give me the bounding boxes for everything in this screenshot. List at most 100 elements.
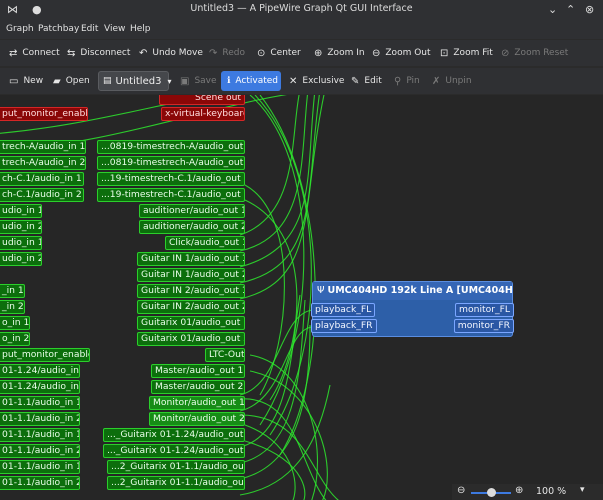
right-port[interactable]: Guitar IN 2/audio_out 2	[137, 300, 245, 314]
left-port[interactable]: 01-1.1/audio_in 1	[0, 396, 80, 410]
right-port[interactable]: Monitor/audio_out 1	[149, 396, 245, 410]
menu-patchbay[interactable]: Patchbay	[38, 24, 79, 34]
right-port[interactable]: Master/audio_out 2	[151, 380, 245, 394]
left-port[interactable]: put_monitor_enable	[0, 348, 90, 362]
left-port[interactable]: trech-A/audio_in 1	[0, 140, 86, 154]
right-port[interactable]: x-virtual-keyboard	[161, 107, 245, 121]
zoom-reset-icon: ⊘	[501, 47, 510, 59]
pin-button[interactable]: ⚲ Pin	[394, 68, 420, 94]
activated-toggle[interactable]: ℹ Activated	[221, 71, 281, 91]
right-port[interactable]: ..._Guitarix 01-1.24/audio_out 1	[103, 428, 245, 442]
left-port[interactable]: udio_in 1	[0, 204, 42, 218]
playback-fr-port[interactable]: playback_FR	[311, 319, 377, 333]
zoom-slider-handle[interactable]	[487, 488, 496, 497]
right-port[interactable]: ...2_Guitarix 01-1.1/audio_out 2	[107, 476, 245, 490]
activated-icon: ℹ	[227, 76, 231, 86]
menu-help[interactable]: Help	[130, 24, 151, 34]
minimize-icon[interactable]: ⌄	[548, 3, 557, 16]
right-port[interactable]: Guitar IN 1/audio_out 1	[137, 252, 245, 266]
left-port[interactable]: 01-1.1/audio_in 2	[0, 444, 80, 458]
menu-graph[interactable]: Graph	[6, 24, 34, 34]
menu-edit[interactable]: Edit	[81, 24, 98, 34]
redo-button[interactable]: ↷ Redo	[209, 40, 245, 66]
open-button[interactable]: ▰ Open	[53, 68, 90, 94]
maximize-icon[interactable]: ⌃	[566, 3, 575, 16]
window-title: Untitled3 — A PipeWire Graph Qt GUI Inte…	[190, 3, 413, 14]
graph-canvas[interactable]: put_monitor_enable trech-A/audio_in 1 trec…	[0, 95, 603, 500]
right-port[interactable]: auditioner/audio_out 2	[139, 220, 245, 234]
center-button[interactable]: ⊙ Center	[257, 40, 301, 66]
right-port[interactable]: ..._Guitarix 01-1.24/audio_out 2	[103, 444, 245, 458]
connect-icon: ⇄	[9, 47, 18, 59]
menu-view[interactable]: View	[104, 24, 125, 34]
right-port[interactable]: auditioner/audio_out 1	[139, 204, 245, 218]
left-port[interactable]: ch-C.1/audio_in 2	[0, 188, 84, 202]
left-port[interactable]: 01-1.24/audio_in 2	[0, 380, 80, 394]
left-port[interactable]: _in 2	[0, 300, 25, 314]
right-port[interactable]: LTC-Out	[205, 348, 245, 362]
zoom-in-button[interactable]: ⊕ Zoom In	[314, 40, 365, 66]
right-port[interactable]: Guitar IN 1/audio_out 2	[137, 268, 245, 282]
left-port[interactable]: 01-1.1/audio_in 2	[0, 476, 80, 490]
left-port[interactable]: 01-1.1/audio_in 1	[0, 428, 80, 442]
zoom-reset-button[interactable]: ⊘ Zoom Reset	[501, 40, 568, 66]
disconnect-button[interactable]: ⇆ Disconnect	[67, 40, 130, 66]
edit-icon: ✎	[351, 75, 360, 87]
exclusive-button[interactable]: ✕ Exclusive	[289, 68, 344, 94]
right-port[interactable]: ...0819-timestrech-A/audio_out 1	[97, 140, 245, 154]
center-icon: ⊙	[257, 47, 266, 59]
right-port[interactable]: Guitarix 01/audio_out 2	[137, 332, 245, 346]
left-port[interactable]: 01-1.24/audio_in 1	[0, 364, 80, 378]
unpin-button[interactable]: ✗ Unpin	[432, 68, 472, 94]
left-port[interactable]: o_in 2	[0, 332, 30, 346]
right-port[interactable]: Master/audio_out 1	[151, 364, 245, 378]
save-button[interactable]: ▣ Save	[180, 68, 217, 94]
folder-icon: ▰	[53, 75, 61, 87]
connect-button[interactable]: ⇄ Connect	[9, 40, 60, 66]
right-port[interactable]: Monitor/audio_out 2	[149, 412, 245, 426]
new-button[interactable]: ▭ New	[9, 68, 43, 94]
right-port[interactable]: Scene out	[159, 95, 245, 105]
left-port[interactable]: _in 1	[0, 284, 25, 298]
right-port[interactable]: Guitarix 01/audio_out 1	[137, 316, 245, 330]
chevron-down-icon: ▾	[167, 76, 172, 86]
left-port[interactable]: trech-A/audio_in 2	[0, 156, 86, 170]
device-node-header[interactable]: Ψ UMC404HD 192k Line A [UMC404H...	[313, 282, 512, 300]
zoom-level: 100 %	[536, 486, 567, 497]
left-port[interactable]: udio_in 2	[0, 252, 42, 266]
zoom-out-small-icon[interactable]: ⊖	[457, 485, 465, 496]
right-port[interactable]: Guitar IN 2/audio_out 1	[137, 284, 245, 298]
redo-icon: ↷	[209, 47, 218, 59]
edit-button[interactable]: ✎ Edit	[351, 68, 382, 94]
left-port[interactable]: udio_in 2	[0, 220, 42, 234]
zoom-fit-button[interactable]: ⊡ Zoom Fit	[440, 40, 493, 66]
zoom-fit-icon: ⊡	[440, 47, 449, 59]
right-port[interactable]: ...2_Guitarix 01-1.1/audio_out 1	[107, 460, 245, 474]
right-port[interactable]: Click/audio_out 1	[165, 236, 245, 250]
monitor-fr-port[interactable]: monitor_FR	[453, 319, 514, 333]
left-port[interactable]: udio_in 1	[0, 236, 42, 250]
right-port[interactable]: ...19-timestrech-C.1/audio_out 2	[97, 188, 245, 202]
zoom-in-icon: ⊕	[314, 47, 323, 59]
left-port[interactable]: put_monitor_enable	[0, 107, 88, 121]
zoom-menu-icon[interactable]: ▾	[580, 485, 585, 495]
playback-fl-port[interactable]: playback_FL	[311, 303, 376, 317]
zoom-out-icon: ⊖	[372, 47, 381, 59]
undo-move-button[interactable]: ↶ Undo Move	[139, 40, 203, 66]
patchbay-toolbar: ▭ New ▰ Open ▣ Save ✕ Exclusive ✎ Edit ⚲ Pin ✗…	[0, 68, 603, 94]
zoom-out-button[interactable]: ⊖ Zoom Out	[372, 40, 431, 66]
pipewire-icon: Ψ	[317, 285, 325, 296]
right-port[interactable]: ...19-timestrech-C.1/audio_out 1	[97, 172, 245, 186]
zoom-in-small-icon[interactable]: ⊕	[515, 485, 523, 496]
left-port[interactable]: 01-1.1/audio_in 2	[0, 412, 80, 426]
menu-bar: Graph Patchbay Edit View Help	[0, 20, 603, 39]
patchbay-select[interactable]: ▤ Untitled3 ▾	[98, 71, 172, 91]
close-icon[interactable]: ⊗	[585, 3, 594, 16]
left-port[interactable]: o_in 1	[0, 316, 30, 330]
patchbay-icon: ▤	[103, 76, 112, 86]
device-node[interactable]: Ψ UMC404HD 192k Line A [UMC404H... playba…	[311, 281, 514, 337]
monitor-fl-port[interactable]: monitor_FL	[455, 303, 514, 317]
left-port[interactable]: 01-1.1/audio_in 1	[0, 460, 80, 474]
left-port[interactable]: ch-C.1/audio_in 1	[0, 172, 84, 186]
right-port[interactable]: ...0819-timestrech-A/audio_out 2	[97, 156, 245, 170]
